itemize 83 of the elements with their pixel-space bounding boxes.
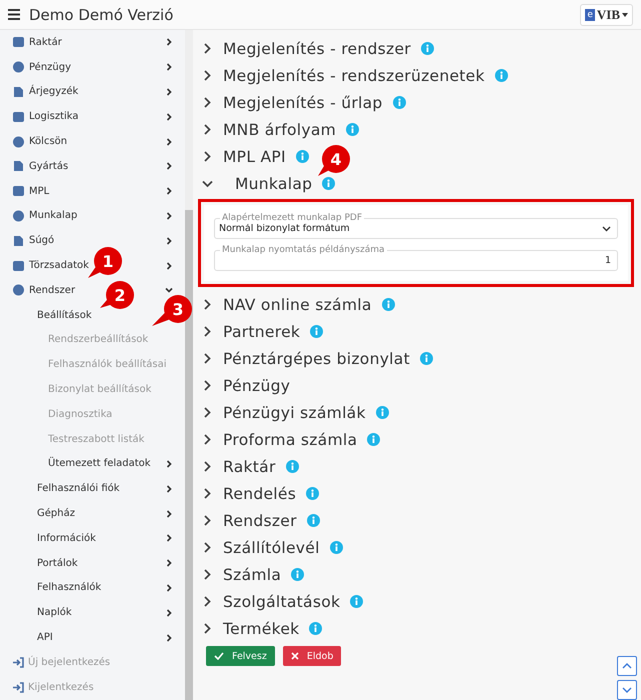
sidebar-subitem[interactable]: Ütemezett feladatok [48, 458, 151, 470]
info-icon[interactable] [382, 298, 395, 311]
menu-item-icon [12, 86, 25, 98]
settings-section-header[interactable]: Pénztárgépes bizonylat [202, 345, 433, 372]
settings-section-header[interactable]: Rendelés [202, 480, 320, 507]
sidebar-subitem[interactable]: Felhasználók [37, 582, 102, 594]
settings-section-header[interactable]: Raktár [202, 453, 299, 480]
menu-item-icon [12, 61, 25, 74]
info-icon[interactable] [322, 177, 336, 190]
logout-icon [12, 682, 24, 693]
check-icon [214, 652, 224, 660]
info-icon[interactable] [296, 150, 309, 163]
sidebar-subitem[interactable]: API [37, 632, 53, 644]
sidebar-item[interactable]: Törzsadatok [29, 260, 89, 272]
settings-section-header[interactable]: Megjelenítés - űrlap [202, 89, 406, 116]
info-icon[interactable] [306, 514, 320, 527]
app-title: Demo Demó Verzió [29, 6, 174, 24]
menu-item-icon [12, 110, 25, 123]
sidebar-item[interactable]: Rendszer [29, 284, 76, 296]
sidebar-item[interactable]: Gyártás [29, 160, 68, 172]
settings-section-header[interactable]: NAV online számla [202, 291, 395, 318]
info-icon[interactable] [420, 352, 433, 365]
info-icon[interactable] [309, 622, 322, 635]
info-icon[interactable] [350, 595, 364, 608]
scrollbar-thumb[interactable] [185, 210, 193, 700]
sidebar-subitem[interactable]: Portálok [37, 558, 78, 569]
settings-section-header[interactable]: Megjelenítés - rendszerüzenetek [202, 62, 508, 89]
info-icon[interactable] [291, 568, 304, 581]
info-icon[interactable] [392, 96, 406, 109]
settings-section-header[interactable]: Pénzügy [202, 372, 290, 399]
settings-section-header[interactable]: MNB árfolyam [202, 116, 360, 143]
info-icon[interactable] [420, 42, 434, 55]
sidebar-item[interactable]: Árjegyzék [29, 86, 78, 98]
sidebar-subitem[interactable]: Információk [37, 532, 96, 544]
sidebar-subitem[interactable]: Naplók [37, 607, 72, 618]
login-icon [12, 656, 24, 668]
logo-menu-button[interactable]: e VIB [580, 4, 633, 26]
sidebar-item[interactable]: MPL [29, 186, 50, 197]
info-icon[interactable] [494, 69, 508, 82]
chevron-down-icon [622, 687, 632, 693]
info-icon[interactable] [376, 406, 389, 419]
sidebar-item[interactable]: Pénzügy [29, 62, 72, 73]
settings-section-header[interactable]: Szolgáltatások [202, 588, 364, 615]
scroll-down-button[interactable] [617, 680, 637, 700]
sidebar-subitem[interactable]: Beállítások [37, 310, 92, 321]
sidebar-item[interactable]: Logisztika [29, 111, 79, 122]
menu-item-icon [12, 260, 25, 272]
info-icon[interactable] [310, 325, 324, 338]
settings-section-header[interactable]: Proforma számla [202, 426, 380, 453]
menu-item-icon [12, 36, 25, 48]
sidebar-item[interactable]: Súgó [29, 235, 54, 246]
chevron-up-icon [622, 663, 632, 669]
info-icon[interactable] [306, 487, 320, 500]
menu-item-icon [12, 210, 25, 222]
settings-section-header[interactable]: Számla [202, 561, 304, 588]
menu-item-icon [12, 136, 25, 148]
settings-section-header[interactable]: Megjelenítés - rendszer [202, 35, 434, 62]
scroll-up-button[interactable] [617, 656, 637, 676]
settings-section-header[interactable]: Szállítólevél [202, 534, 343, 561]
menu-icon[interactable] [8, 9, 20, 20]
info-icon[interactable] [330, 541, 343, 554]
sidebar-item[interactable]: Kölcsön [29, 136, 68, 148]
sidebar-subitem[interactable]: Felhasználói fiók [37, 483, 120, 494]
sidebar-item[interactable]: Munkalap [29, 210, 78, 222]
info-icon[interactable] [286, 460, 299, 473]
menu-item-icon [12, 284, 25, 296]
menu-item-icon [12, 185, 25, 198]
sidebar-subitem[interactable]: Gépház [37, 508, 75, 520]
settings-section-header[interactable]: Partnerek [202, 318, 324, 345]
menu-item-icon [12, 160, 25, 172]
discard-button[interactable]: Eldob [282, 646, 342, 666]
save-button[interactable]: Felvesz [206, 646, 275, 666]
menu-item-icon [12, 234, 25, 247]
settings-section-header[interactable]: Rendszer [202, 507, 320, 534]
settings-section-header[interactable]: MPL API [202, 143, 309, 170]
info-icon[interactable] [346, 123, 360, 136]
info-icon[interactable] [367, 433, 380, 446]
close-icon [290, 652, 299, 660]
sidebar-item[interactable]: Raktár [29, 36, 62, 48]
settings-section-header[interactable]: Termékek [202, 615, 322, 642]
chevron-down-icon [602, 226, 611, 232]
settings-section-header[interactable]: Pénzügyi számlák [202, 399, 389, 426]
caret-icon [622, 12, 628, 16]
